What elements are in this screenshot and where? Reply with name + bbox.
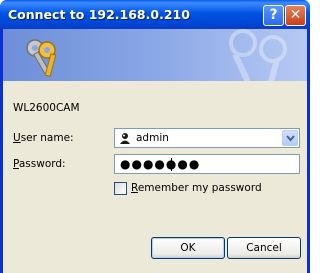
banner-decoration	[229, 29, 287, 81]
username-combobox[interactable]: admin	[114, 128, 300, 148]
username-value: admin	[136, 132, 169, 144]
help-button[interactable]: ?	[263, 5, 284, 26]
server-name-label: WL2600CAM	[13, 102, 80, 114]
password-label-text: assword:	[18, 158, 66, 170]
remember-password-checkbox[interactable]	[114, 182, 127, 195]
login-dialog: Connect to 192.168.0.210 ? ✕ WL2600CAM U…	[0, 0, 310, 273]
close-button[interactable]: ✕	[285, 5, 306, 26]
banner	[3, 29, 307, 81]
password-value: ●●●●●●●	[120, 157, 201, 171]
window-title: Connect to 192.168.0.210	[8, 7, 190, 22]
text-caret	[171, 158, 172, 171]
password-field[interactable]: ●●●●●●●	[114, 154, 300, 174]
dropdown-button[interactable]	[282, 130, 298, 146]
user-icon	[120, 133, 130, 144]
keys-icon	[26, 39, 57, 78]
title-bar[interactable]: Connect to 192.168.0.210 ? ✕	[0, 0, 310, 29]
ok-button[interactable]: OK	[151, 237, 225, 259]
username-label: User name:	[13, 132, 74, 144]
remember-password-label[interactable]: Remember my password	[131, 182, 262, 194]
chevron-down-icon	[286, 135, 295, 142]
username-label-text: ser name:	[20, 132, 74, 144]
remember-label-text: emember my password	[137, 182, 262, 194]
dialog-body: WL2600CAM User name: admin Password: ●●●…	[3, 29, 307, 273]
cancel-button[interactable]: Cancel	[227, 237, 301, 259]
username-accelerator: U	[13, 132, 21, 144]
password-label: Password:	[13, 158, 66, 170]
remember-accelerator: R	[131, 182, 138, 194]
